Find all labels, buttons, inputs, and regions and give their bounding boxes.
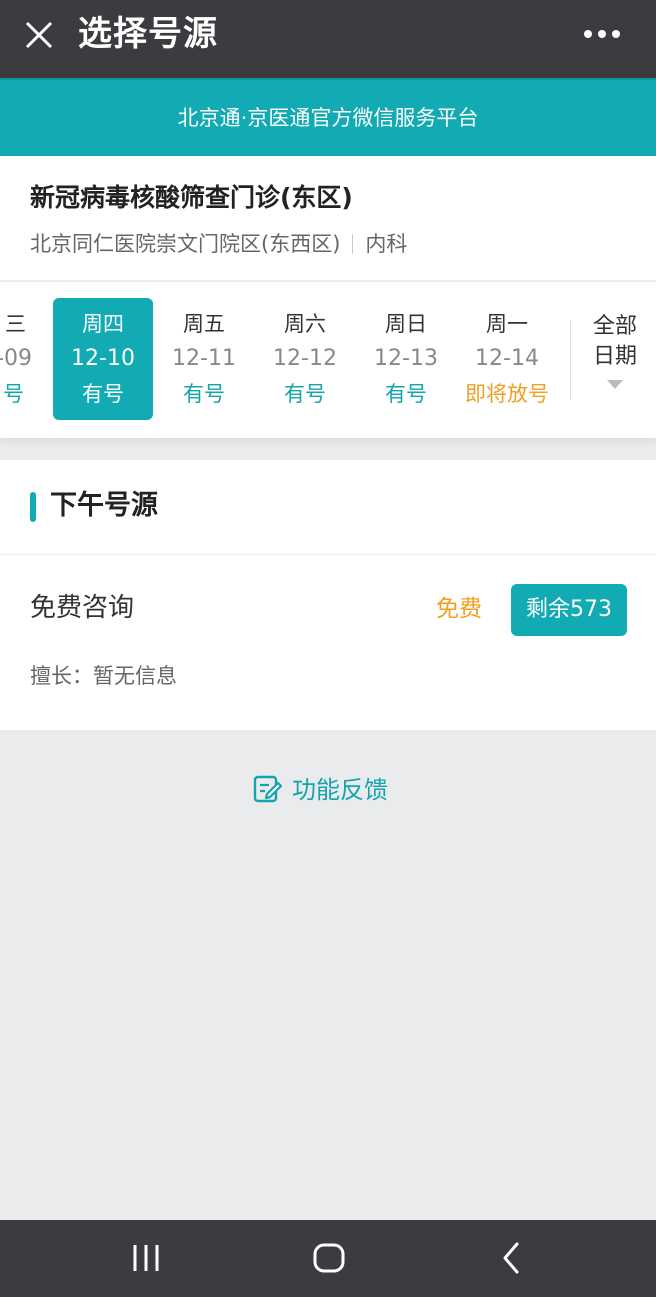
close-button[interactable] (18, 16, 60, 58)
more-button[interactable] (584, 20, 628, 48)
clinic-name: 新冠病毒核酸筛查门诊(东区) (30, 183, 353, 212)
date-day: 12-11 (172, 346, 236, 371)
all-dates-button[interactable]: 全部 日期 (574, 312, 656, 412)
all-dates-label-line1: 全部 (592, 314, 637, 339)
department-name: 内科 (365, 232, 408, 256)
slot-fee: 免费 (436, 596, 482, 622)
clinic-meta: 北京同仁医院崇文门院区(东西区) 内科 (30, 228, 407, 258)
date-status: 有号 (183, 382, 225, 406)
slot-name: 免费咨询 (30, 593, 135, 623)
date-item[interactable]: 三 -09 号 (0, 298, 50, 420)
date-weekday: 周五 (183, 312, 225, 336)
hospital-name: 北京同仁医院崇文门院区(东西区) (30, 232, 341, 256)
home-icon (313, 1243, 345, 1273)
all-dates-label-line2: 日期 (592, 344, 637, 369)
recent-apps-button[interactable] (124, 1236, 168, 1280)
date-item[interactable]: 周日 12-13 有号 (356, 298, 456, 420)
date-weekday: 三 (5, 312, 26, 336)
page-title: 选择号源 (78, 14, 218, 54)
date-selector: 三 -09 号 周四 12-10 有号 周五 12-11 有号 周六 12-12… (0, 282, 656, 438)
date-day: 12-14 (475, 346, 539, 371)
date-item-selected[interactable]: 周四 12-10 有号 (53, 298, 153, 420)
date-status: 号 (3, 382, 24, 406)
section-header: 下午号源 (0, 460, 656, 555)
back-button[interactable] (490, 1236, 534, 1280)
meta-divider (352, 234, 354, 254)
title-bar: 选择号源 (0, 0, 656, 78)
system-navigation-bar (0, 1220, 656, 1297)
strip-divider (570, 320, 571, 400)
date-weekday: 周四 (82, 312, 124, 336)
platform-banner: 北京通·京医通官方微信服务平台 (0, 78, 656, 156)
app-screen: 选择号源 北京通·京医通官方微信服务平台 新冠病毒核酸筛查门诊(东区) 北京同仁… (0, 0, 656, 1297)
date-day: 12-10 (71, 346, 135, 371)
date-day: -09 (0, 346, 32, 371)
date-status: 有号 (385, 382, 427, 406)
feedback-label: 功能反馈 (292, 776, 388, 804)
back-icon (503, 1242, 519, 1274)
close-icon (25, 21, 53, 49)
date-weekday: 周六 (284, 312, 326, 336)
date-weekday: 周日 (385, 312, 427, 336)
clinic-info-card: 新冠病毒核酸筛查门诊(东区) 北京同仁医院崇文门院区(东西区) 内科 (0, 156, 656, 281)
recent-apps-icon (133, 1245, 159, 1271)
slot-specialty: 擅长：暂无信息 (30, 664, 177, 688)
date-status: 即将放号 (465, 382, 549, 406)
date-item[interactable]: 周一 12-14 即将放号 (457, 298, 557, 420)
home-button[interactable] (307, 1236, 351, 1280)
triangle-down-icon (607, 380, 623, 389)
more-icon (584, 30, 592, 38)
date-status: 有号 (284, 382, 326, 406)
afternoon-slots-section: 下午号源 免费咨询 免费 剩余573 擅长：暂无信息 (0, 460, 656, 730)
date-status: 有号 (82, 382, 124, 406)
date-item[interactable]: 周五 12-11 有号 (154, 298, 254, 420)
date-day: 12-13 (374, 346, 438, 371)
date-item[interactable]: 周六 12-12 有号 (255, 298, 355, 420)
date-weekday: 周一 (486, 312, 528, 336)
edit-note-icon (253, 775, 282, 803)
section-title: 下午号源 (50, 490, 158, 521)
remaining-slots-button[interactable]: 剩余573 (511, 584, 627, 636)
section-accent-bar (30, 492, 36, 522)
date-day: 12-12 (273, 346, 337, 371)
